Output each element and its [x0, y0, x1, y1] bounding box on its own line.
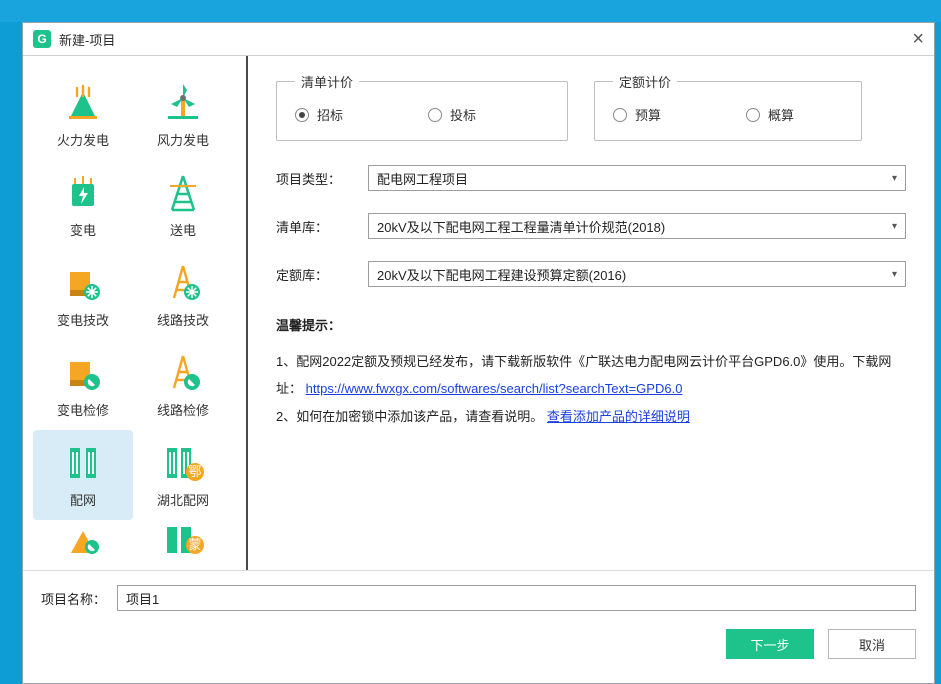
svg-text:蒙: 蒙: [188, 537, 201, 552]
chevron-down-icon: ▾: [892, 269, 897, 280]
catalog-item-extra2[interactable]: 蒙: [133, 520, 233, 560]
extra-icon: [62, 520, 104, 560]
dialog-title: 新建-项目: [59, 30, 115, 49]
project-name-label: 项目名称：: [41, 589, 117, 608]
fire-power-icon: [62, 82, 104, 124]
catalog-item-label: 变电检修: [57, 400, 109, 419]
radio-dot-icon: [613, 108, 627, 122]
catalog-item-label: 线路检修: [157, 400, 209, 419]
project-type-select[interactable]: 配电网工程项目 ▾: [368, 165, 906, 191]
app-logo-icon: G: [33, 30, 51, 48]
catalog-item-label: 送电: [170, 220, 196, 239]
radio-bid-call[interactable]: 招标: [295, 105, 343, 124]
catalog-item-line-maint[interactable]: 线路检修: [133, 340, 233, 430]
chevron-down-icon: ▾: [892, 173, 897, 184]
select-value: 20kV及以下配电网工程建设预算定额(2016): [377, 265, 626, 284]
radio-label: 概算: [768, 105, 794, 124]
substation-maint-icon: [62, 352, 104, 394]
catalog-item-label: 变电: [70, 220, 96, 239]
line-maint-icon: [162, 352, 204, 394]
select-value: 配电网工程项目: [377, 169, 468, 188]
radio-dot-icon: [746, 108, 760, 122]
radio-label: 投标: [450, 105, 476, 124]
titlebar: G 新建-项目 ×: [23, 23, 934, 56]
instructions-link[interactable]: 查看添加产品的详细说明: [547, 409, 690, 424]
substation-mod-icon: [62, 262, 104, 304]
distnet-icon: [62, 442, 104, 484]
tip-line-2: 2、如何在加密锁中添加该产品，请查看说明。 查看添加产品的详细说明: [276, 403, 906, 430]
catalog-item-distnet[interactable]: 配网: [33, 430, 133, 520]
new-project-dialog: G 新建-项目 × 火力发电 风力发电: [22, 22, 935, 684]
transmission-tower-icon: [162, 172, 204, 214]
hubei-distnet-icon: 鄂: [161, 442, 205, 484]
radio-label: 预算: [635, 105, 661, 124]
project-name-input[interactable]: [117, 585, 916, 611]
tip-text: 2、如何在加密锁中添加该产品，请查看说明。: [276, 409, 543, 424]
catalog-item-label: 风力发电: [157, 130, 209, 149]
catalog-item-sub-maint[interactable]: 变电检修: [33, 340, 133, 430]
catalog-item-label: 线路技改: [157, 310, 209, 329]
catalog-item-sub-mod[interactable]: 变电技改: [33, 250, 133, 340]
catalog-item-label: 火力发电: [57, 130, 109, 149]
radio-estimate[interactable]: 概算: [746, 105, 794, 124]
catalog-item-fire[interactable]: 火力发电: [33, 70, 133, 160]
next-button[interactable]: 下一步: [726, 629, 814, 659]
catalog-item-hubei[interactable]: 鄂 湖北配网: [133, 430, 233, 520]
group-legend: 定额计价: [613, 72, 677, 91]
cancel-button[interactable]: 取消: [828, 629, 916, 659]
close-button[interactable]: ×: [912, 29, 924, 49]
catalog-item-extra1[interactable]: [33, 520, 133, 560]
line-mod-icon: [162, 262, 204, 304]
chevron-down-icon: ▾: [892, 221, 897, 232]
radio-budget[interactable]: 预算: [613, 105, 661, 124]
download-link[interactable]: https://www.fwxgx.com/softwares/search/l…: [306, 381, 683, 396]
list-pricing-group: 清单计价 招标 投标: [276, 72, 568, 141]
project-type-label: 项目类型：: [276, 169, 368, 188]
badge-text: 鄂: [188, 464, 201, 479]
catalog-item-substation[interactable]: 变电: [33, 160, 133, 250]
extra-icon-2: 蒙: [161, 520, 205, 560]
quota-db-label: 定额库：: [276, 265, 368, 284]
tips-heading: 温馨提示：: [276, 315, 906, 334]
group-legend: 清单计价: [295, 72, 359, 91]
project-catalog[interactable]: 火力发电 风力发电 变电 送电: [23, 56, 248, 570]
select-value: 20kV及以下配电网工程工程量清单计价规范(2018): [377, 217, 665, 236]
catalog-item-transmit[interactable]: 送电: [133, 160, 233, 250]
main-panel: 清单计价 招标 投标 定额计价 预算: [248, 56, 934, 570]
quota-db-select[interactable]: 20kV及以下配电网工程建设预算定额(2016) ▾: [368, 261, 906, 287]
dialog-footer: 项目名称： 下一步 取消: [23, 570, 934, 683]
catalog-item-label: 湖北配网: [157, 490, 209, 509]
catalog-item-label: 配网: [70, 490, 96, 509]
quota-pricing-group: 定额计价 预算 概算: [594, 72, 862, 141]
catalog-item-label: 变电技改: [57, 310, 109, 329]
radio-bid[interactable]: 投标: [428, 105, 476, 124]
radio-dot-icon: [295, 108, 309, 122]
app-backdrop: [0, 0, 941, 22]
list-db-label: 清单库：: [276, 217, 368, 236]
list-db-select[interactable]: 20kV及以下配电网工程工程量清单计价规范(2018) ▾: [368, 213, 906, 239]
radio-label: 招标: [317, 105, 343, 124]
wind-power-icon: [162, 82, 204, 124]
catalog-item-line-mod[interactable]: 线路技改: [133, 250, 233, 340]
substation-icon: [62, 172, 104, 214]
radio-dot-icon: [428, 108, 442, 122]
tip-line-1: 1、配网2022定额及预规已经发布，请下载新版软件《广联达电力配电网云计价平台G…: [276, 348, 906, 403]
catalog-item-wind[interactable]: 风力发电: [133, 70, 233, 160]
